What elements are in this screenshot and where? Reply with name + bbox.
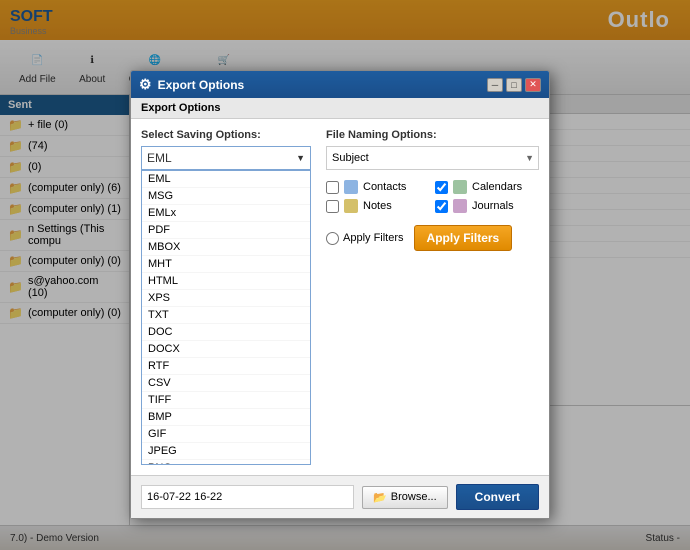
apply-filters-button[interactable]: Apply Filters xyxy=(414,225,513,251)
dialog-icon: ⚙ xyxy=(139,76,152,93)
format-item-mht[interactable]: MHT xyxy=(142,256,310,273)
format-item-emlx[interactable]: EMLx xyxy=(142,205,310,222)
format-item-docx[interactable]: DOCX xyxy=(142,341,310,358)
path-input[interactable] xyxy=(141,485,354,509)
apply-filters-radio[interactable] xyxy=(326,232,339,245)
dialog-subtitle: Export Options xyxy=(131,98,549,119)
notes-color-icon xyxy=(344,199,358,213)
format-item-eml[interactable]: EML xyxy=(142,171,310,188)
naming-section: File Naming Options: Subject Date From ▼ xyxy=(326,129,539,465)
format-item-txt[interactable]: TXT xyxy=(142,307,310,324)
format-item-xps[interactable]: XPS xyxy=(142,290,310,307)
export-options-dialog: ⚙ Export Options ─ □ ✕ Export Options Se… xyxy=(130,70,550,519)
format-item-doc[interactable]: DOC xyxy=(142,324,310,341)
calendars-checkbox-item: Calendars xyxy=(435,180,539,194)
file-naming-select[interactable]: Subject Date From xyxy=(326,146,539,170)
browse-button[interactable]: 📂 Browse... xyxy=(362,486,448,509)
format-item-tiff[interactable]: TIFF xyxy=(142,392,310,409)
dialog-body: Select Saving Options: EML ▼ EML MSG EML… xyxy=(131,119,549,475)
filter-row: Apply Filters Apply Filters xyxy=(326,225,539,251)
format-item-html[interactable]: HTML xyxy=(142,273,310,290)
format-section: Select Saving Options: EML ▼ EML MSG EML… xyxy=(141,129,311,465)
format-item-pdf[interactable]: PDF xyxy=(142,222,310,239)
minimize-button[interactable]: ─ xyxy=(487,78,503,92)
dialog-controls: ─ □ ✕ xyxy=(487,78,541,92)
journals-checkbox-item: Journals xyxy=(435,199,539,213)
calendars-color-icon xyxy=(453,180,467,194)
checkbox-group: Contacts Calendars Notes xyxy=(326,180,539,213)
journals-checkbox[interactable] xyxy=(435,200,448,213)
dialog-footer: 📂 Browse... Convert xyxy=(131,475,549,518)
contacts-checkbox-item: Contacts xyxy=(326,180,430,194)
apply-filters-radio-item: Apply Filters xyxy=(326,232,404,245)
folder-browse-icon: 📂 xyxy=(373,491,387,504)
maximize-button[interactable]: □ xyxy=(506,78,522,92)
format-item-png[interactable]: PNG xyxy=(142,460,310,465)
format-dropdown-list[interactable]: EML MSG EMLx PDF MBOX MHT HTML XPS TXT D… xyxy=(141,170,311,465)
convert-button[interactable]: Convert xyxy=(456,484,539,510)
format-item-gif[interactable]: GIF xyxy=(142,426,310,443)
format-item-jpeg[interactable]: JPEG xyxy=(142,443,310,460)
select-saving-label: Select Saving Options: xyxy=(141,129,311,141)
calendars-checkbox[interactable] xyxy=(435,181,448,194)
format-item-msg[interactable]: MSG xyxy=(142,188,310,205)
format-item-mbox[interactable]: MBOX xyxy=(142,239,310,256)
notes-checkbox-item: Notes xyxy=(326,199,430,213)
file-naming-label: File Naming Options: xyxy=(326,129,539,141)
format-item-csv[interactable]: CSV xyxy=(142,375,310,392)
journals-color-icon xyxy=(453,199,467,213)
format-item-rtf[interactable]: RTF xyxy=(142,358,310,375)
contacts-checkbox[interactable] xyxy=(326,181,339,194)
contacts-color-icon xyxy=(344,180,358,194)
notes-checkbox[interactable] xyxy=(326,200,339,213)
naming-select-wrapper: Subject Date From ▼ xyxy=(326,146,539,170)
dialog-titlebar: ⚙ Export Options ─ □ ✕ xyxy=(131,71,549,98)
format-item-bmp[interactable]: BMP xyxy=(142,409,310,426)
modal-overlay: ⚙ Export Options ─ □ ✕ Export Options Se… xyxy=(0,0,690,550)
dialog-title: ⚙ Export Options xyxy=(139,76,244,93)
close-button[interactable]: ✕ xyxy=(525,78,541,92)
dialog-sections: Select Saving Options: EML ▼ EML MSG EML… xyxy=(141,129,539,465)
format-selected-display[interactable]: EML ▼ xyxy=(141,146,311,170)
dropdown-arrow-icon: ▼ xyxy=(296,153,305,163)
